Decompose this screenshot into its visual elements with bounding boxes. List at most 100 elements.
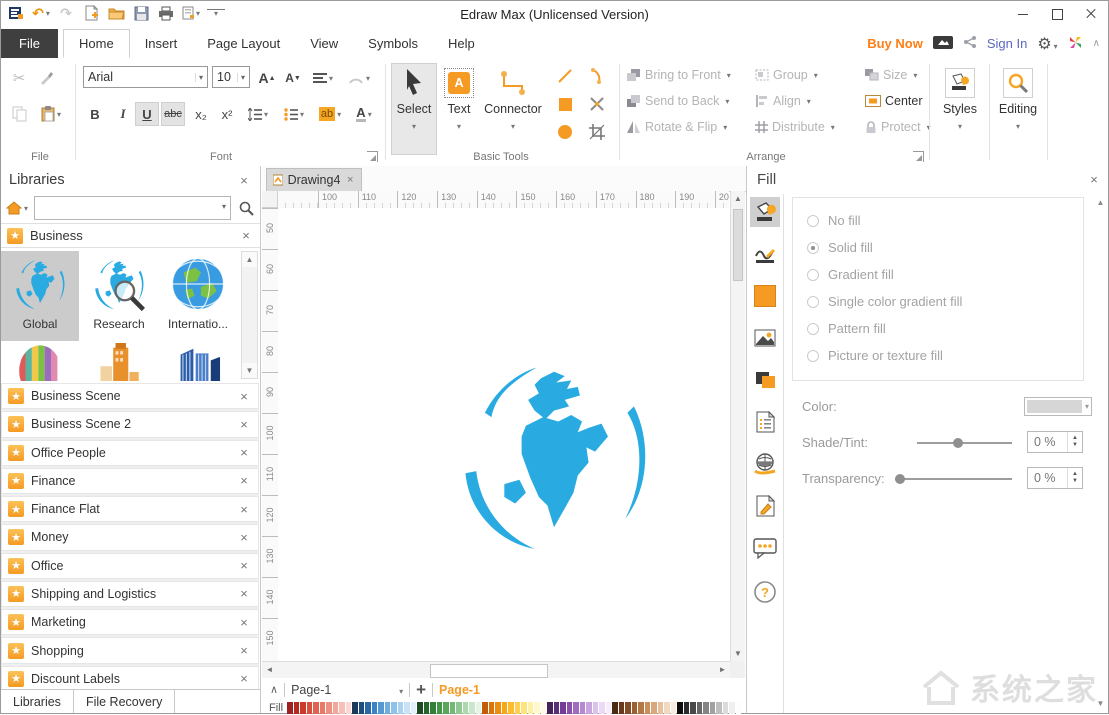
library-item[interactable]: Office bbox=[1, 552, 259, 579]
scroll-down-icon[interactable]: ▼ bbox=[1093, 697, 1108, 711]
close-icon[interactable] bbox=[236, 473, 252, 489]
palette-swatch[interactable] bbox=[449, 701, 456, 714]
arc-tool-icon[interactable] bbox=[585, 64, 609, 88]
close-icon[interactable] bbox=[236, 388, 252, 404]
palette-swatch[interactable] bbox=[534, 701, 540, 714]
shape-global[interactable]: Global bbox=[1, 251, 79, 341]
palette-swatch[interactable] bbox=[495, 701, 501, 714]
align-text-icon[interactable] bbox=[307, 66, 339, 90]
share-icon[interactable] bbox=[963, 35, 977, 52]
palette-swatch[interactable] bbox=[456, 701, 462, 714]
tab-symbols[interactable]: Symbols bbox=[353, 29, 433, 58]
scroll-down-icon[interactable]: ▼ bbox=[731, 646, 745, 661]
palette-swatch[interactable] bbox=[417, 701, 423, 714]
line-format-icon[interactable] bbox=[750, 239, 780, 269]
shadow-format-icon[interactable] bbox=[750, 365, 780, 395]
tab-file-recovery[interactable]: File Recovery bbox=[74, 690, 176, 713]
close-fill-panel-icon[interactable] bbox=[1086, 171, 1102, 187]
radio-icon[interactable] bbox=[807, 268, 819, 281]
text-arc-icon[interactable] bbox=[343, 66, 375, 90]
palette-swatch[interactable] bbox=[579, 701, 586, 714]
palette-swatch[interactable] bbox=[618, 701, 625, 714]
shrink-font-icon[interactable]: A ▼ bbox=[281, 66, 305, 90]
palette-swatch[interactable] bbox=[371, 701, 378, 714]
fill-format-icon[interactable] bbox=[750, 197, 780, 227]
page-tab-active[interactable]: Page-1 bbox=[439, 683, 480, 697]
library-item[interactable]: Office People bbox=[1, 439, 259, 466]
thumbnails-scrollbar[interactable]: ▲ ▼ bbox=[241, 251, 258, 379]
rectangle-tool-icon[interactable] bbox=[553, 92, 577, 116]
close-icon[interactable] bbox=[236, 529, 252, 545]
palette-swatch[interactable] bbox=[657, 701, 664, 714]
option-picture-texture-fill[interactable]: Picture or texture fill bbox=[807, 348, 943, 363]
palette-swatch[interactable] bbox=[677, 701, 683, 714]
font-size-select[interactable]: 10 bbox=[212, 66, 250, 88]
note-icon[interactable] bbox=[750, 491, 780, 521]
font-dialog-launcher-icon[interactable] bbox=[367, 151, 378, 162]
font-family-select[interactable]: Arial bbox=[83, 66, 208, 88]
palette-swatch[interactable] bbox=[397, 701, 404, 714]
scroll-up-icon[interactable]: ▲ bbox=[1093, 196, 1108, 210]
format-painter-icon[interactable] bbox=[35, 66, 59, 90]
tab-libraries[interactable]: Libraries bbox=[1, 690, 74, 713]
palette-swatch[interactable] bbox=[644, 701, 651, 714]
palette-swatch[interactable] bbox=[547, 701, 553, 714]
option-no-fill[interactable]: No fill bbox=[807, 213, 861, 228]
crop-tool-icon[interactable] bbox=[585, 120, 609, 144]
tab-insert[interactable]: Insert bbox=[130, 29, 193, 58]
superscript-icon[interactable]: x² bbox=[215, 102, 239, 126]
shade-tint-slider[interactable] bbox=[917, 438, 1012, 448]
library-item[interactable]: Finance bbox=[1, 467, 259, 495]
palette-swatch[interactable] bbox=[625, 701, 631, 714]
media-share-icon[interactable] bbox=[932, 35, 953, 53]
library-section-business[interactable]: Business bbox=[1, 223, 260, 248]
palette-swatch[interactable] bbox=[430, 701, 436, 714]
palette-swatch[interactable] bbox=[404, 701, 410, 714]
copy-icon[interactable] bbox=[7, 102, 31, 126]
close-icon[interactable] bbox=[238, 228, 254, 244]
close-icon[interactable] bbox=[236, 501, 252, 517]
spinner-arrows-icon[interactable]: ▲ ▼ bbox=[1067, 432, 1082, 452]
page-properties-icon[interactable] bbox=[750, 407, 780, 437]
shape-research[interactable]: Research bbox=[80, 251, 158, 341]
send-to-back-button[interactable]: Send to Back bbox=[627, 90, 755, 112]
palette-swatch[interactable] bbox=[332, 701, 339, 714]
collapse-pages-icon[interactable]: ∧ bbox=[270, 683, 278, 696]
line-spacing-icon[interactable] bbox=[241, 102, 275, 126]
bold-icon[interactable]: B bbox=[83, 102, 107, 126]
page-dropdown[interactable]: Page-1 bbox=[291, 683, 399, 697]
palette-swatch[interactable] bbox=[319, 701, 326, 714]
palette-swatch[interactable] bbox=[560, 701, 566, 714]
palette-swatch[interactable] bbox=[352, 701, 358, 714]
shade-tint-spinner[interactable]: 0 % ▲ ▼ bbox=[1027, 431, 1083, 453]
tab-page-layout[interactable]: Page Layout bbox=[192, 29, 295, 58]
palette-swatch[interactable] bbox=[586, 701, 592, 714]
palette-swatch[interactable] bbox=[391, 701, 397, 714]
strikethrough-icon[interactable]: abc bbox=[161, 102, 185, 126]
canvas-horizontal-scrollbar[interactable]: ◄ ► bbox=[262, 661, 730, 678]
minimize-button[interactable] bbox=[1006, 1, 1040, 27]
cut-icon[interactable]: ✂ bbox=[7, 66, 31, 90]
comment-icon[interactable] bbox=[750, 533, 780, 563]
palette-swatch[interactable] bbox=[293, 701, 300, 714]
palette-swatch[interactable] bbox=[436, 701, 443, 714]
distribute-button[interactable]: Distribute bbox=[755, 116, 865, 138]
arrange-dialog-launcher-icon[interactable] bbox=[913, 151, 924, 162]
palette-swatch[interactable] bbox=[638, 701, 644, 714]
font-color-icon[interactable]: A bbox=[349, 102, 379, 126]
palette-swatch[interactable] bbox=[378, 701, 384, 714]
spinner-arrows-icon[interactable]: ▲ ▼ bbox=[1067, 468, 1082, 488]
palette-swatch[interactable] bbox=[599, 701, 605, 714]
palette-swatch[interactable] bbox=[573, 701, 579, 714]
palette-swatch[interactable] bbox=[469, 701, 475, 714]
transparency-spinner[interactable]: 0 % ▲ ▼ bbox=[1027, 467, 1083, 489]
palette-swatch[interactable] bbox=[384, 701, 391, 714]
close-icon[interactable] bbox=[236, 614, 252, 630]
pinwheel-logo-icon[interactable] bbox=[1068, 35, 1083, 53]
close-icon[interactable] bbox=[236, 416, 252, 432]
text-highlight-icon[interactable]: ab bbox=[313, 102, 347, 126]
tab-home[interactable]: Home bbox=[63, 29, 130, 58]
close-icon[interactable] bbox=[236, 671, 252, 687]
scroll-down-icon[interactable]: ▼ bbox=[242, 363, 257, 378]
rotate-flip-button[interactable]: Rotate & Flip bbox=[627, 116, 755, 138]
